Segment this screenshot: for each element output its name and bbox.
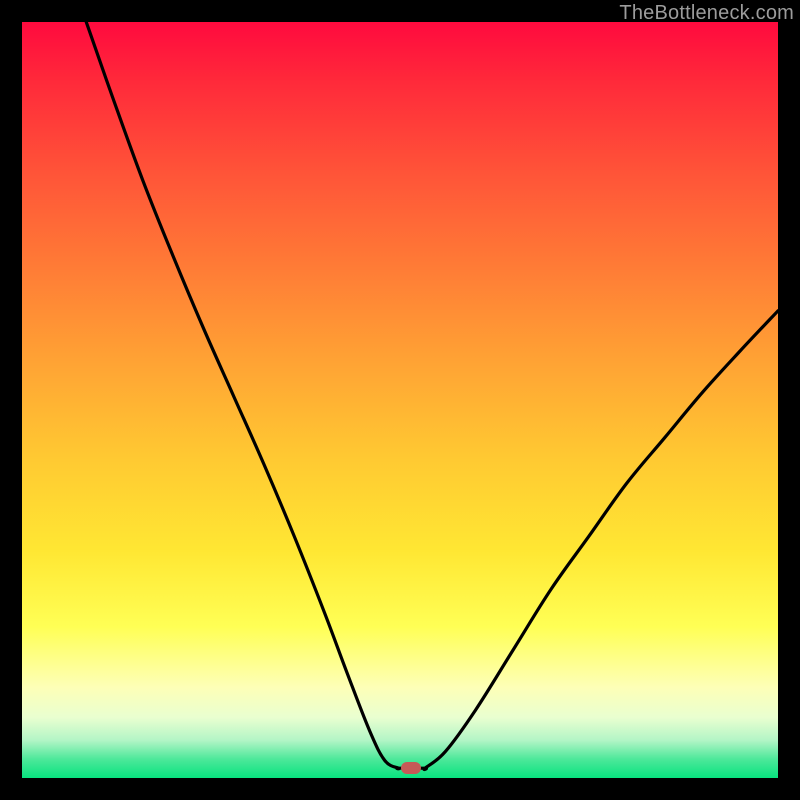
- curve-layer: [22, 22, 778, 778]
- curve-path: [86, 22, 778, 770]
- plot-area: [22, 22, 778, 778]
- chart-stage: TheBottleneck.com: [0, 0, 800, 800]
- watermark-text: TheBottleneck.com: [619, 2, 794, 25]
- trough-marker: [401, 762, 421, 774]
